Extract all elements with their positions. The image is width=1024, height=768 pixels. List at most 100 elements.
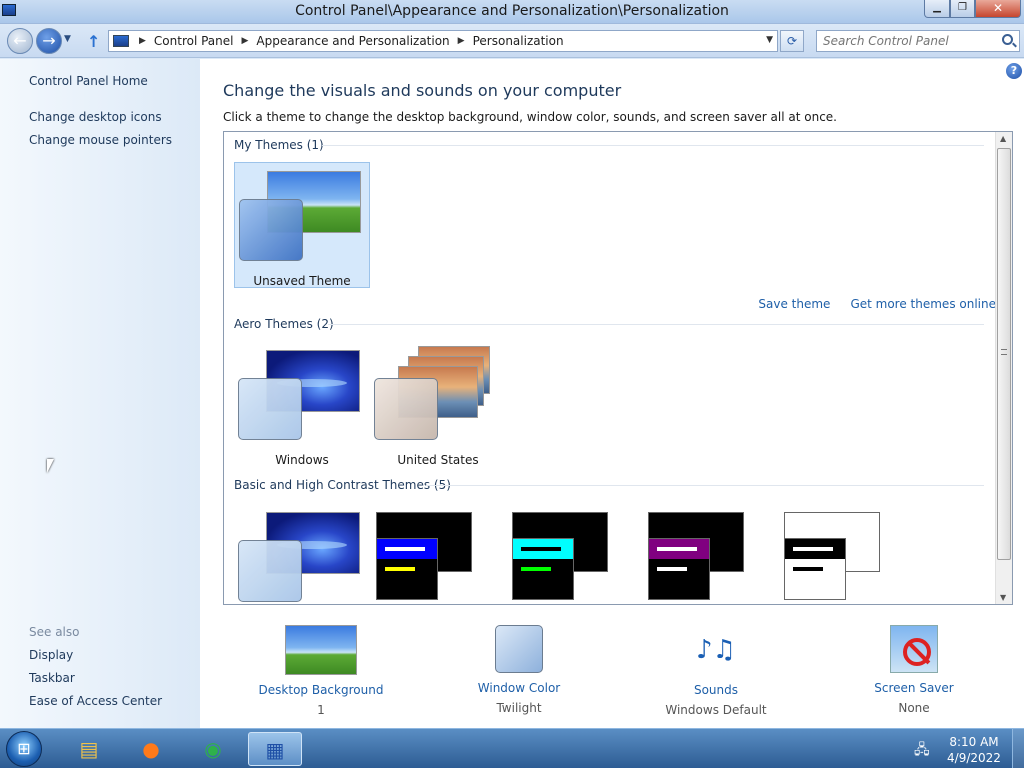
control-panel-window: Control Panel\Appearance and Personaliza… <box>0 0 1024 728</box>
breadcrumb-separator-icon[interactable]: ▶ <box>458 36 465 46</box>
section-divider <box>322 145 984 146</box>
start-button[interactable]: ⊞ <box>6 731 42 767</box>
vertical-scrollbar[interactable]: ▲ ▼ <box>995 132 1012 604</box>
back-button[interactable]: ← <box>7 28 33 54</box>
theme-high-contrast-white[interactable] <box>756 504 892 604</box>
page-description: Click a theme to change the desktop back… <box>223 110 837 124</box>
file-explorer-icon: ▤ <box>79 737 99 761</box>
scroll-down-icon[interactable]: ▼ <box>1000 593 1006 602</box>
taskbar-firefox[interactable]: ● <box>124 732 178 766</box>
minimize-button[interactable]: ▁ <box>924 0 950 18</box>
recent-pages-dropdown-icon[interactable]: ▼ <box>64 34 71 44</box>
text-swatch <box>657 547 697 551</box>
close-button[interactable]: ✕ <box>975 0 1021 18</box>
chrome-icon: ◉ <box>204 737 222 761</box>
taskbar-control-panel[interactable]: ▦ <box>248 732 302 766</box>
section-divider <box>426 485 984 486</box>
breadcrumb-appearance[interactable]: Appearance and Personalization <box>256 34 449 48</box>
windows-logo-icon: ⊞ <box>17 739 31 758</box>
text-swatch <box>385 567 415 571</box>
taskbar-chrome[interactable]: ◉ <box>186 732 240 766</box>
get-more-themes-link[interactable]: Get more themes online <box>850 297 996 311</box>
theme-unsaved[interactable]: Unsaved Theme <box>234 162 370 288</box>
left-task-pane: Control Panel Home Change desktop icons … <box>0 59 200 728</box>
show-desktop-button[interactable] <box>1012 729 1024 768</box>
screen-saver-value: None <box>898 701 930 715</box>
see-also-ease-of-access[interactable]: Ease of Access Center <box>29 694 162 708</box>
control-panel-icon: ▦ <box>265 738 285 762</box>
clock-date: 4/9/2022 <box>947 751 1001 765</box>
breadcrumb-separator-icon[interactable]: ▶ <box>242 36 249 46</box>
search-input[interactable] <box>823 32 993 50</box>
main-content: ? Change the visuals and sounds on your … <box>200 59 1024 728</box>
see-also-display[interactable]: Display <box>29 648 73 662</box>
scroll-grip-icon <box>1001 349 1007 355</box>
window-color-item[interactable]: Window Color Twilight <box>444 619 594 715</box>
sidebar-change-desktop-icons[interactable]: Change desktop icons <box>29 110 162 124</box>
title-bar[interactable]: Control Panel\Appearance and Personaliza… <box>0 0 1024 24</box>
theme-windows[interactable]: Windows <box>234 342 370 468</box>
desktop-background-link[interactable]: Desktop Background <box>246 683 396 697</box>
search-icon[interactable] <box>1002 34 1013 45</box>
window-color-value: Twilight <box>496 701 542 715</box>
mouse-cursor-icon <box>47 459 61 473</box>
sidebar-change-mouse-pointers[interactable]: Change mouse pointers <box>29 133 172 147</box>
theme-high-contrast-2[interactable] <box>484 504 620 604</box>
firefox-icon: ● <box>142 737 160 761</box>
see-also-taskbar[interactable]: Taskbar <box>29 671 75 685</box>
theme-window-preview <box>648 538 710 600</box>
screen-saver-item[interactable]: Screen Saver None <box>839 619 989 715</box>
address-bar[interactable]: ▶ Control Panel ▶ Appearance and Persona… <box>108 30 778 52</box>
network-icon[interactable]: 🖧 <box>914 739 930 763</box>
save-theme-link[interactable]: Save theme <box>758 297 830 311</box>
forward-arrow-icon: → <box>42 31 56 50</box>
help-icon[interactable]: ? <box>1006 63 1022 79</box>
address-dropdown-icon[interactable]: ▼ <box>766 35 773 45</box>
search-box[interactable] <box>816 30 1020 52</box>
desktop-background-item[interactable]: Desktop Background 1 <box>246 619 396 717</box>
breadcrumb-separator-icon[interactable]: ▶ <box>139 36 146 46</box>
sounds-icon: ♪♫ <box>696 635 736 665</box>
control-panel-crumb-icon <box>113 35 129 47</box>
theme-window-preview <box>512 538 574 600</box>
theme-high-contrast-1[interactable] <box>348 504 484 604</box>
theme-label: Windows <box>275 453 329 467</box>
sounds-value: Windows Default <box>665 703 767 717</box>
breadcrumb-control-panel[interactable]: Control Panel <box>154 34 234 48</box>
theme-window-preview <box>784 538 846 600</box>
theme-window-color-swatch <box>239 199 303 261</box>
up-level-button[interactable]: ↑ <box>87 32 100 51</box>
theme-label: United States <box>397 453 479 467</box>
window-color-icon <box>495 625 543 673</box>
sounds-item[interactable]: ♪♫ Sounds Windows Default <box>641 619 791 717</box>
screen-saver-link[interactable]: Screen Saver <box>839 681 989 695</box>
system-clock[interactable]: 8:10 AM 4/9/2022 <box>944 734 1004 766</box>
window-color-link[interactable]: Window Color <box>444 681 594 695</box>
text-swatch <box>521 567 551 571</box>
theme-settings-bar: Desktop Background 1 Window Color Twilig… <box>200 619 1024 719</box>
text-swatch <box>521 547 561 551</box>
theme-high-contrast-black[interactable] <box>620 504 756 604</box>
text-swatch <box>793 567 823 571</box>
breadcrumb-personalization[interactable]: Personalization <box>473 34 564 48</box>
page-title: Change the visuals and sounds on your co… <box>223 81 622 100</box>
desktop-background-icon <box>285 625 357 675</box>
scroll-thumb[interactable] <box>997 148 1011 560</box>
forward-button[interactable]: → <box>36 28 62 54</box>
taskbar-file-explorer[interactable]: ▤ <box>62 732 116 766</box>
see-also-heading: See also <box>29 625 80 639</box>
clock-time: 8:10 AM <box>949 735 999 749</box>
theme-label: Unsaved Theme <box>253 274 351 288</box>
theme-window-color-swatch <box>374 378 438 440</box>
themes-list[interactable]: My Themes (1) Unsaved Theme Save theme G… <box>223 131 1013 605</box>
scroll-up-icon[interactable]: ▲ <box>1000 134 1006 143</box>
refresh-button[interactable]: ⟳ <box>780 30 804 52</box>
maximize-button[interactable]: ❐ <box>950 0 975 18</box>
theme-united-states[interactable]: United States <box>370 342 506 468</box>
navigation-bar: ← → ▼ ↑ ▶ Control Panel ▶ Appearance and… <box>0 24 1024 58</box>
sounds-link[interactable]: Sounds <box>641 683 791 697</box>
window-title: Control Panel\Appearance and Personaliza… <box>295 3 729 19</box>
desktop-background-value: 1 <box>317 703 325 717</box>
breadcrumb: ▶ Control Panel ▶ Appearance and Persona… <box>113 34 564 48</box>
sidebar-control-panel-home[interactable]: Control Panel Home <box>29 74 148 88</box>
